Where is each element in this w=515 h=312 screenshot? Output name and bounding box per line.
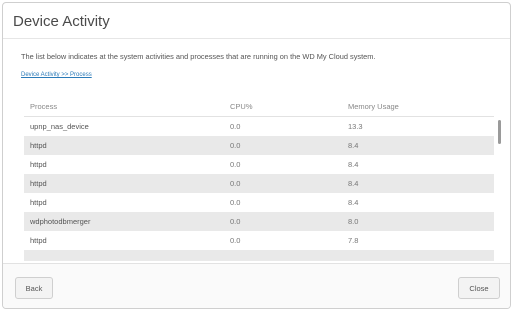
dialog-description: The list below indicates at the system a… [21, 52, 376, 61]
column-header-memory[interactable]: Memory Usage [348, 102, 399, 111]
process-table: Process CPU% Memory Usage upnp_nas_devic… [24, 99, 503, 261]
memory-value: 8.4 [348, 141, 359, 150]
breadcrumb-link[interactable]: Device Activity >> Process [21, 72, 92, 78]
memory-value: 8.4 [348, 160, 359, 169]
close-button[interactable]: Close [458, 277, 500, 299]
title-divider [3, 38, 510, 39]
process-name: httpd [30, 160, 47, 169]
table-row[interactable]: wdphotodbmerger 0.0 8.0 [24, 212, 494, 231]
table-row[interactable]: upnp_nas_device 0.0 13.3 [24, 117, 494, 136]
cpu-value: 0.0 [230, 160, 241, 169]
column-header-cpu[interactable]: CPU% [230, 102, 253, 111]
process-name: httpd [30, 236, 47, 245]
process-name: httpd [30, 198, 47, 207]
process-name: wdphotodbmerger [30, 217, 91, 226]
memory-value: 8.4 [348, 198, 359, 207]
memory-value: 8.0 [348, 217, 359, 226]
cpu-value: 0.0 [230, 122, 241, 131]
cpu-value: 0.0 [230, 198, 241, 207]
memory-value: 8.4 [348, 179, 359, 188]
column-header-process[interactable]: Process [30, 102, 57, 111]
memory-value: 13.3 [348, 122, 363, 131]
table-row[interactable]: httpd 0.0 8.4 [24, 174, 494, 193]
cpu-value: 0.0 [230, 179, 241, 188]
table-row[interactable]: httpd 0.0 8.4 [24, 193, 494, 212]
scrollbar-thumb[interactable] [498, 120, 501, 144]
device-activity-dialog: Device Activity The list below indicates… [2, 2, 511, 309]
table-row[interactable]: httpd 0.0 8.4 [24, 155, 494, 174]
dialog-footer: Back Close [3, 263, 510, 308]
process-name: upnp_nas_device [30, 122, 89, 131]
table-scrollbar[interactable] [498, 117, 502, 257]
process-name: httpd [30, 179, 47, 188]
process-name: httpd [30, 141, 47, 150]
dialog-title: Device Activity [13, 13, 110, 30]
table-body: upnp_nas_device 0.0 13.3 httpd 0.0 8.4 h… [24, 117, 494, 261]
table-row[interactable] [24, 250, 494, 261]
table-row[interactable]: httpd 0.0 7.8 [24, 231, 494, 250]
memory-value: 7.8 [348, 236, 359, 245]
back-button[interactable]: Back [15, 277, 53, 299]
table-header: Process CPU% Memory Usage [24, 99, 494, 117]
cpu-value: 0.0 [230, 141, 241, 150]
cpu-value: 0.0 [230, 236, 241, 245]
cpu-value: 0.0 [230, 217, 241, 226]
table-row[interactable]: httpd 0.0 8.4 [24, 136, 494, 155]
